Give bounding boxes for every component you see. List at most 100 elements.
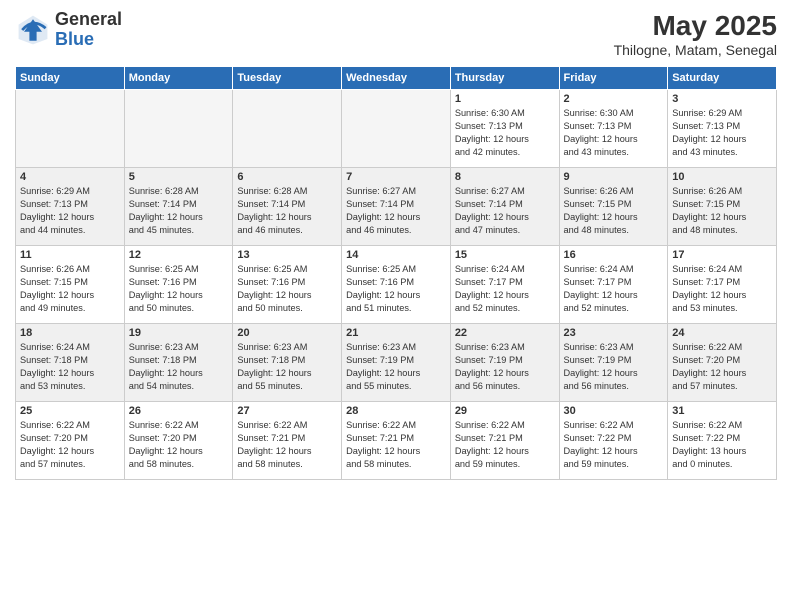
day-number: 2	[564, 93, 664, 105]
day-info: Sunrise: 6:24 AM Sunset: 7:17 PM Dayligh…	[672, 263, 772, 315]
day-info: Sunrise: 6:26 AM Sunset: 7:15 PM Dayligh…	[20, 263, 120, 315]
day-info: Sunrise: 6:22 AM Sunset: 7:21 PM Dayligh…	[455, 419, 555, 471]
day-number: 27	[237, 405, 337, 417]
logo-text: General Blue	[55, 10, 122, 50]
calendar-week-row: 18 Sunrise: 6:24 AM Sunset: 7:18 PM Dayli…	[16, 324, 777, 402]
header-friday: Friday	[559, 67, 668, 90]
day-number: 17	[672, 249, 772, 261]
day-info: Sunrise: 6:26 AM Sunset: 7:15 PM Dayligh…	[564, 185, 664, 237]
day-number: 6	[237, 171, 337, 183]
calendar-header-row: Sunday Monday Tuesday Wednesday Thursday…	[16, 67, 777, 90]
day-info: Sunrise: 6:23 AM Sunset: 7:19 PM Dayligh…	[455, 341, 555, 393]
day-number: 24	[672, 327, 772, 339]
day-info: Sunrise: 6:29 AM Sunset: 7:13 PM Dayligh…	[672, 107, 772, 159]
table-row: 28Sunrise: 6:22 AM Sunset: 7:21 PM Dayli…	[342, 402, 451, 480]
day-info: Sunrise: 6:25 AM Sunset: 7:16 PM Dayligh…	[237, 263, 337, 315]
day-number: 14	[346, 249, 446, 261]
header-wednesday: Wednesday	[342, 67, 451, 90]
table-row	[342, 90, 451, 168]
table-row: 7 Sunrise: 6:27 AM Sunset: 7:14 PM Daylig…	[342, 168, 451, 246]
table-row: 17 Sunrise: 6:24 AM Sunset: 7:17 PM Dayli…	[668, 246, 777, 324]
table-row	[233, 90, 342, 168]
calendar-week-row: 11Sunrise: 6:26 AM Sunset: 7:15 PM Dayli…	[16, 246, 777, 324]
day-info: Sunrise: 6:26 AM Sunset: 7:15 PM Dayligh…	[672, 185, 772, 237]
table-row: 14 Sunrise: 6:25 AM Sunset: 7:16 PM Dayli…	[342, 246, 451, 324]
day-info: Sunrise: 6:24 AM Sunset: 7:18 PM Dayligh…	[20, 341, 120, 393]
header-monday: Monday	[124, 67, 233, 90]
table-row: 27 Sunrise: 6:22 AM Sunset: 7:21 PM Dayli…	[233, 402, 342, 480]
day-info: Sunrise: 6:29 AM Sunset: 7:13 PM Dayligh…	[20, 185, 120, 237]
table-row: 30Sunrise: 6:22 AM Sunset: 7:22 PM Dayli…	[559, 402, 668, 480]
day-info: Sunrise: 6:28 AM Sunset: 7:14 PM Dayligh…	[129, 185, 229, 237]
header-sunday: Sunday	[16, 67, 125, 90]
table-row: 2 Sunrise: 6:30 AM Sunset: 7:13 PM Daylig…	[559, 90, 668, 168]
day-info: Sunrise: 6:28 AM Sunset: 7:14 PM Dayligh…	[237, 185, 337, 237]
table-row: 22 Sunrise: 6:23 AM Sunset: 7:19 PM Dayli…	[450, 324, 559, 402]
day-info: Sunrise: 6:30 AM Sunset: 7:13 PM Dayligh…	[564, 107, 664, 159]
table-row: 20 Sunrise: 6:23 AM Sunset: 7:18 PM Dayli…	[233, 324, 342, 402]
day-number: 26	[129, 405, 229, 417]
table-row: 1 Sunrise: 6:30 AM Sunset: 7:13 PM Daylig…	[450, 90, 559, 168]
day-number: 22	[455, 327, 555, 339]
day-info: Sunrise: 6:23 AM Sunset: 7:18 PM Dayligh…	[129, 341, 229, 393]
page-container: General Blue May 2025 Thilogne, Matam, S…	[0, 0, 792, 612]
day-number: 9	[564, 171, 664, 183]
day-info: Sunrise: 6:22 AM Sunset: 7:20 PM Dayligh…	[20, 419, 120, 471]
table-row: 24 Sunrise: 6:22 AM Sunset: 7:20 PM Dayli…	[668, 324, 777, 402]
table-row: 12 Sunrise: 6:25 AM Sunset: 7:16 PM Dayli…	[124, 246, 233, 324]
logo-general: General	[55, 9, 122, 29]
day-number: 28	[346, 405, 446, 417]
day-number: 18	[20, 327, 120, 339]
day-number: 4	[20, 171, 120, 183]
header-thursday: Thursday	[450, 67, 559, 90]
calendar-week-row: 4 Sunrise: 6:29 AM Sunset: 7:13 PM Daylig…	[16, 168, 777, 246]
day-number: 5	[129, 171, 229, 183]
day-info: Sunrise: 6:22 AM Sunset: 7:20 PM Dayligh…	[672, 341, 772, 393]
header-saturday: Saturday	[668, 67, 777, 90]
header: General Blue May 2025 Thilogne, Matam, S…	[15, 10, 777, 58]
day-info: Sunrise: 6:25 AM Sunset: 7:16 PM Dayligh…	[129, 263, 229, 315]
location-subtitle: Thilogne, Matam, Senegal	[614, 42, 777, 58]
calendar-week-row: 1 Sunrise: 6:30 AM Sunset: 7:13 PM Daylig…	[16, 90, 777, 168]
table-row: 3Sunrise: 6:29 AM Sunset: 7:13 PM Daylig…	[668, 90, 777, 168]
table-row: 29 Sunrise: 6:22 AM Sunset: 7:21 PM Dayli…	[450, 402, 559, 480]
logo: General Blue	[15, 10, 122, 50]
day-number: 16	[564, 249, 664, 261]
day-info: Sunrise: 6:23 AM Sunset: 7:18 PM Dayligh…	[237, 341, 337, 393]
table-row: 4 Sunrise: 6:29 AM Sunset: 7:13 PM Daylig…	[16, 168, 125, 246]
day-info: Sunrise: 6:23 AM Sunset: 7:19 PM Dayligh…	[346, 341, 446, 393]
day-info: Sunrise: 6:22 AM Sunset: 7:22 PM Dayligh…	[672, 419, 772, 471]
table-row: 9 Sunrise: 6:26 AM Sunset: 7:15 PM Daylig…	[559, 168, 668, 246]
table-row: 11Sunrise: 6:26 AM Sunset: 7:15 PM Dayli…	[16, 246, 125, 324]
day-number: 23	[564, 327, 664, 339]
table-row: 8Sunrise: 6:27 AM Sunset: 7:14 PM Daylig…	[450, 168, 559, 246]
day-number: 1	[455, 93, 555, 105]
day-info: Sunrise: 6:22 AM Sunset: 7:21 PM Dayligh…	[237, 419, 337, 471]
day-number: 31	[672, 405, 772, 417]
table-row: 19 Sunrise: 6:23 AM Sunset: 7:18 PM Dayli…	[124, 324, 233, 402]
table-row	[16, 90, 125, 168]
table-row	[124, 90, 233, 168]
day-info: Sunrise: 6:27 AM Sunset: 7:14 PM Dayligh…	[346, 185, 446, 237]
table-row: 21Sunrise: 6:23 AM Sunset: 7:19 PM Dayli…	[342, 324, 451, 402]
day-info: Sunrise: 6:24 AM Sunset: 7:17 PM Dayligh…	[455, 263, 555, 315]
table-row: 25 Sunrise: 6:22 AM Sunset: 7:20 PM Dayli…	[16, 402, 125, 480]
calendar-week-row: 25 Sunrise: 6:22 AM Sunset: 7:20 PM Dayli…	[16, 402, 777, 480]
day-info: Sunrise: 6:27 AM Sunset: 7:14 PM Dayligh…	[455, 185, 555, 237]
day-number: 20	[237, 327, 337, 339]
day-info: Sunrise: 6:22 AM Sunset: 7:20 PM Dayligh…	[129, 419, 229, 471]
logo-blue: Blue	[55, 29, 94, 49]
table-row: 10Sunrise: 6:26 AM Sunset: 7:15 PM Dayli…	[668, 168, 777, 246]
day-info: Sunrise: 6:30 AM Sunset: 7:13 PM Dayligh…	[455, 107, 555, 159]
day-number: 7	[346, 171, 446, 183]
day-number: 25	[20, 405, 120, 417]
day-info: Sunrise: 6:25 AM Sunset: 7:16 PM Dayligh…	[346, 263, 446, 315]
day-number: 15	[455, 249, 555, 261]
day-number: 29	[455, 405, 555, 417]
day-number: 12	[129, 249, 229, 261]
day-number: 19	[129, 327, 229, 339]
table-row: 5 Sunrise: 6:28 AM Sunset: 7:14 PM Daylig…	[124, 168, 233, 246]
title-block: May 2025 Thilogne, Matam, Senegal	[614, 10, 777, 58]
table-row: 18 Sunrise: 6:24 AM Sunset: 7:18 PM Dayli…	[16, 324, 125, 402]
table-row: 26 Sunrise: 6:22 AM Sunset: 7:20 PM Dayli…	[124, 402, 233, 480]
